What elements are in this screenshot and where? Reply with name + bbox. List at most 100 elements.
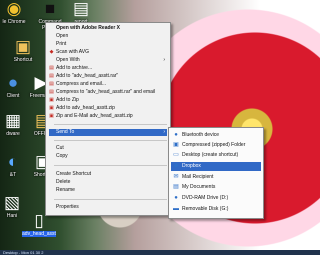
- rename[interactable]: Rename: [49, 187, 167, 194]
- open-with-icon: [49, 57, 54, 64]
- send-to[interactable]: Send To ›: [49, 129, 167, 136]
- archive-icon: ▤: [49, 81, 54, 87]
- desktop-icon-label: dware: [6, 131, 20, 137]
- compress-to-rar-and-email[interactable]: ▤ Compress to "adv_head_asstt.rar" and e…: [49, 89, 167, 96]
- zip-icon: ▣: [49, 113, 54, 119]
- menu-item-label: Cut: [56, 145, 64, 151]
- add-to-archive[interactable]: ▤ Add to archive...: [49, 65, 167, 72]
- bluetooth-icon: ●: [174, 132, 178, 138]
- hani-icon: ▧: [3, 193, 21, 212]
- open[interactable]: Open: [49, 33, 167, 40]
- desktop-icon[interactable]: ◉ le Chrome: [0, 0, 33, 25]
- zipped-folder-icon: ▣: [173, 142, 179, 148]
- delete[interactable]: Delete: [49, 179, 167, 186]
- menu-item-label: Open: [56, 33, 69, 39]
- add-to-zip[interactable]: ▣ Add to Zip: [49, 97, 167, 104]
- desktop-icon-label: Shortcut: [13, 57, 33, 63]
- chevron-right-icon: ›: [163, 129, 165, 135]
- menu-item-label: Scan with AVG: [56, 49, 89, 55]
- taskbar-text: Desktop - Mon 01 30 2: [3, 250, 44, 255]
- delete-icon: [49, 179, 54, 186]
- menu-item-label: Zip and E-Mail adv_head_asstt.zip: [56, 113, 133, 119]
- file-context-menu: Open with Adobe Reader X Open Print ◆ Sc…: [45, 22, 171, 216]
- rename-icon: [49, 187, 54, 194]
- menu-item-label: Copy: [56, 153, 68, 159]
- add-to-adv-head-asstt-zip[interactable]: ▣ Add to adv_head_asstt.zip: [49, 105, 167, 112]
- dropbox-icon: ◆: [173, 163, 179, 169]
- menu-item-label: Desktop (create shortcut): [182, 152, 239, 158]
- archive-icon: ▤: [49, 89, 54, 95]
- open-with[interactable]: Open With ›: [49, 57, 167, 64]
- my-documents[interactable]: ▤ My Documents: [171, 183, 261, 192]
- menu-item-label: Rename: [56, 187, 75, 193]
- copy[interactable]: Copy: [49, 153, 167, 160]
- dvd-ram-drive-d[interactable]: ● DVD-RAM Drive (D:): [171, 194, 261, 203]
- mail-recipient[interactable]: ✉ Mail Recipient: [171, 173, 261, 182]
- menu-item-label: DVD-RAM Drive (D:): [182, 195, 229, 201]
- desktop-icon-label: &T: [9, 172, 17, 178]
- cut-icon: [49, 145, 54, 152]
- menu-item-label: Delete: [56, 179, 71, 185]
- scan-with-avg[interactable]: ◆ Scan with AVG: [49, 49, 167, 56]
- mail-icon: ✉: [173, 174, 179, 180]
- menu-item-label: Compressed (zipped) Folder: [182, 142, 246, 148]
- zip-and-email[interactable]: ▣ Zip and E-Mail adv_head_asstt.zip: [49, 113, 167, 120]
- documents-icon: ▤: [173, 184, 179, 190]
- removable-disk-g[interactable]: ▬ Removable Disk (G:): [171, 205, 261, 214]
- print-icon: [49, 41, 54, 48]
- send-to-icon: [49, 129, 54, 136]
- archive-icon: ▤: [49, 73, 54, 79]
- menu-item-label: My Documents: [182, 184, 216, 190]
- menu-item-label: Compress to "adv_head_asstt.rar" and ema…: [56, 89, 156, 95]
- menu-item-label: Print: [56, 41, 67, 47]
- menu-separator: [54, 199, 167, 200]
- menu-item-label: Add to "adv_head_asstt.rar": [56, 73, 119, 79]
- adobe-reader-icon: [49, 25, 54, 32]
- create-shortcut[interactable]: Create Shortcut: [49, 171, 167, 178]
- chevron-right-icon: ›: [163, 57, 165, 63]
- open-with-adobe-reader-x[interactable]: Open with Adobe Reader X: [49, 25, 167, 32]
- cut[interactable]: Cut: [49, 145, 167, 152]
- google-chrome-icon: ◉: [6, 0, 22, 18]
- menu-item-label: Removable Disk (G:): [182, 206, 229, 212]
- zip-icon: ▣: [49, 105, 54, 111]
- menu-item-label: Bluetooth device: [182, 132, 219, 138]
- shortcut-icon: [49, 171, 54, 178]
- menu-separator: [54, 124, 167, 125]
- archive-icon: ▤: [49, 65, 54, 71]
- zip-icon: ▣: [49, 97, 54, 103]
- client-icon: ●: [7, 73, 19, 92]
- open-icon: [49, 33, 54, 40]
- add-to-adv-head-asstt-rar[interactable]: ▤ Add to "adv_head_asstt.rar": [49, 73, 167, 80]
- compress-and-email[interactable]: ▤ Compress and email...: [49, 81, 167, 88]
- compressed-zipped-folder[interactable]: ▣ Compressed (zipped) Folder: [171, 141, 261, 150]
- dropbox[interactable]: ◆ Dropbox: [171, 162, 261, 171]
- bluetooth-device[interactable]: ● Bluetooth device: [171, 131, 261, 140]
- menu-separator: [54, 140, 167, 141]
- send-to-submenu: ● Bluetooth device ▣ Compressed (zipped)…: [168, 127, 264, 219]
- desktop-icon-label: Hani: [6, 213, 18, 219]
- command-prompt-icon: ■: [44, 0, 56, 18]
- desktop-icon-label: Client: [6, 93, 20, 99]
- desktop-create-shortcut[interactable]: ▭ Desktop (create shortcut): [171, 151, 261, 160]
- copy-icon: [49, 153, 54, 160]
- desktop-icon-label: le Chrome: [2, 19, 26, 25]
- hardware-icon: ▦: [4, 111, 22, 130]
- menu-item-label: Properties: [56, 204, 79, 210]
- menu-item-label: Open With: [56, 57, 80, 63]
- menu-item-label: Dropbox: [182, 163, 201, 169]
- menu-item-label: Add to Zip: [56, 97, 79, 103]
- report-icon: ▤: [72, 0, 90, 18]
- menu-item-label: Compress and email...: [56, 81, 107, 87]
- menu-item-label: Mail Recipient: [182, 174, 214, 180]
- menu-item-label: Send To: [56, 129, 75, 135]
- desktop-icon[interactable]: ▣ Shortcut: [4, 38, 42, 64]
- menu-item-label: Add to archive...: [56, 65, 93, 71]
- desktop-icon: ▭: [173, 152, 179, 158]
- dvd-drive-icon: ●: [174, 195, 178, 201]
- desktop-icon-label: adv_head_asst: [22, 231, 56, 237]
- properties-icon: [49, 204, 54, 211]
- print[interactable]: Print: [49, 41, 167, 48]
- properties[interactable]: Properties: [49, 204, 167, 211]
- at-icon: ◐: [7, 152, 19, 171]
